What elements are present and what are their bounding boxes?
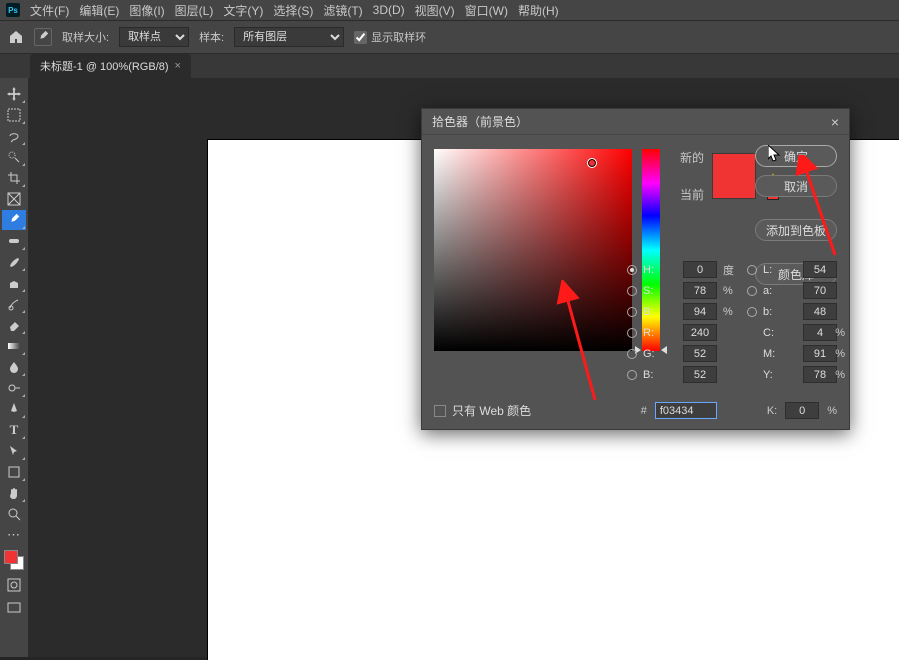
screen-mode-icon[interactable] <box>2 598 26 618</box>
frame-tool[interactable] <box>2 189 26 209</box>
radio-b-lab[interactable] <box>747 307 757 317</box>
input-a[interactable] <box>803 282 837 299</box>
input-bv[interactable] <box>683 303 717 320</box>
input-g[interactable] <box>683 345 717 362</box>
app-logo: Ps <box>6 3 20 17</box>
document-tab-title: 未标题-1 @ 100%(RGB/8) <box>40 58 169 74</box>
options-bar: 取样大小: 取样点 样本: 所有图层 显示取样环 <box>0 20 899 54</box>
color-values-grid: H:度 L: S:% a: B:% b: R: C: G: M: B: Y: <box>627 261 837 383</box>
radio-s[interactable] <box>627 286 637 296</box>
input-y[interactable] <box>803 366 837 383</box>
ok-button[interactable]: 确定 <box>755 145 837 167</box>
radio-h[interactable] <box>627 265 637 275</box>
new-current-swatch[interactable] <box>712 153 756 199</box>
hex-label: # <box>641 405 647 417</box>
shape-tool[interactable] <box>2 462 26 482</box>
input-r[interactable] <box>683 324 717 341</box>
tools-panel: T ⋯ <box>0 78 28 657</box>
menu-bar: Ps 文件(F) 编辑(E) 图像(I) 图层(L) 文字(Y) 选择(S) 滤… <box>0 0 899 20</box>
close-tab-icon[interactable]: × <box>175 60 181 72</box>
gradient-tool[interactable] <box>2 336 26 356</box>
input-c[interactable] <box>803 324 837 341</box>
menu-edit[interactable]: 编辑(E) <box>79 2 119 19</box>
unit-m: % <box>835 345 845 362</box>
home-icon[interactable] <box>8 29 24 45</box>
sample-size-label: 取样大小: <box>62 29 109 45</box>
type-tool[interactable]: T <box>2 420 26 440</box>
web-only-label: 只有 Web 颜色 <box>452 402 531 419</box>
eyedropper-tool-icon[interactable] <box>34 28 52 46</box>
menu-layer[interactable]: 图层(L) <box>175 2 214 19</box>
show-sample-ring-label: 显示取样环 <box>371 29 426 45</box>
color-swatches[interactable] <box>2 550 26 572</box>
input-l[interactable] <box>803 261 837 278</box>
cancel-button[interactable]: 取消 <box>755 175 837 197</box>
radio-r[interactable] <box>627 328 637 338</box>
healing-brush-tool[interactable] <box>2 231 26 251</box>
dialog-title: 拾色器（前景色） <box>432 113 528 130</box>
new-color-label: 新的 <box>680 149 704 166</box>
menu-filter[interactable]: 滤镜(T) <box>323 2 362 19</box>
input-b-lab[interactable] <box>803 303 837 320</box>
eyedropper-tool[interactable] <box>2 210 26 230</box>
show-sample-ring-checkbox[interactable] <box>354 31 367 44</box>
lasso-tool[interactable] <box>2 126 26 146</box>
crop-tool[interactable] <box>2 168 26 188</box>
pen-tool[interactable] <box>2 399 26 419</box>
k-label: K: <box>767 405 777 417</box>
saturation-value-field[interactable] <box>434 149 632 351</box>
marquee-tool[interactable] <box>2 105 26 125</box>
menu-select[interactable]: 选择(S) <box>273 2 313 19</box>
sample-label: 样本: <box>199 29 224 45</box>
current-color-label: 当前 <box>680 186 704 203</box>
input-s[interactable] <box>683 282 717 299</box>
menu-3d[interactable]: 3D(D) <box>373 3 405 17</box>
current-color-swatch[interactable] <box>713 176 755 198</box>
eraser-tool[interactable] <box>2 315 26 335</box>
unit-c: % <box>835 324 845 341</box>
menu-view[interactable]: 视图(V) <box>415 2 455 19</box>
history-brush-tool[interactable] <box>2 294 26 314</box>
hand-tool[interactable] <box>2 483 26 503</box>
input-bc[interactable] <box>683 366 717 383</box>
document-tab[interactable]: 未标题-1 @ 100%(RGB/8) × <box>30 54 191 78</box>
menu-window[interactable]: 窗口(W) <box>465 2 508 19</box>
sample-size-select[interactable]: 取样点 <box>119 27 189 47</box>
close-dialog-icon[interactable]: × <box>831 114 839 130</box>
quick-mask-icon[interactable] <box>2 575 26 595</box>
dodge-tool[interactable] <box>2 378 26 398</box>
radio-l[interactable] <box>747 265 757 275</box>
blur-tool[interactable] <box>2 357 26 377</box>
color-picker-dialog: 拾色器（前景色） × 新的 当前 <box>421 108 850 430</box>
sv-picker-ring[interactable] <box>587 158 597 168</box>
menu-image[interactable]: 图像(I) <box>129 2 164 19</box>
new-color-swatch[interactable] <box>713 154 755 176</box>
menu-type[interactable]: 文字(Y) <box>223 2 263 19</box>
sample-layers-select[interactable]: 所有图层 <box>234 27 344 47</box>
path-select-tool[interactable] <box>2 441 26 461</box>
edit-toolbar[interactable]: ⋯ <box>2 525 26 545</box>
radio-g[interactable] <box>627 349 637 359</box>
menu-help[interactable]: 帮助(H) <box>518 2 559 19</box>
brush-tool[interactable] <box>2 252 26 272</box>
web-only-checkbox[interactable] <box>434 405 446 417</box>
input-h[interactable] <box>683 261 717 278</box>
quick-select-tool[interactable] <box>2 147 26 167</box>
clone-stamp-tool[interactable] <box>2 273 26 293</box>
input-m[interactable] <box>803 345 837 362</box>
foreground-color-swatch[interactable] <box>4 550 18 564</box>
radio-bc[interactable] <box>627 370 637 380</box>
radio-a[interactable] <box>747 286 757 296</box>
input-k[interactable]: 0 <box>785 402 819 419</box>
move-tool[interactable] <box>2 84 26 104</box>
unit-k: % <box>827 405 837 417</box>
dialog-titlebar[interactable]: 拾色器（前景色） × <box>422 109 849 135</box>
menu-file[interactable]: 文件(F) <box>30 2 69 19</box>
zoom-tool[interactable] <box>2 504 26 524</box>
hex-input[interactable] <box>655 402 717 419</box>
add-to-swatches-button[interactable]: 添加到色板 <box>755 219 837 241</box>
radio-bv[interactable] <box>627 307 637 317</box>
document-tab-bar: 未标题-1 @ 100%(RGB/8) × <box>0 54 899 78</box>
unit-yv: % <box>835 366 845 383</box>
